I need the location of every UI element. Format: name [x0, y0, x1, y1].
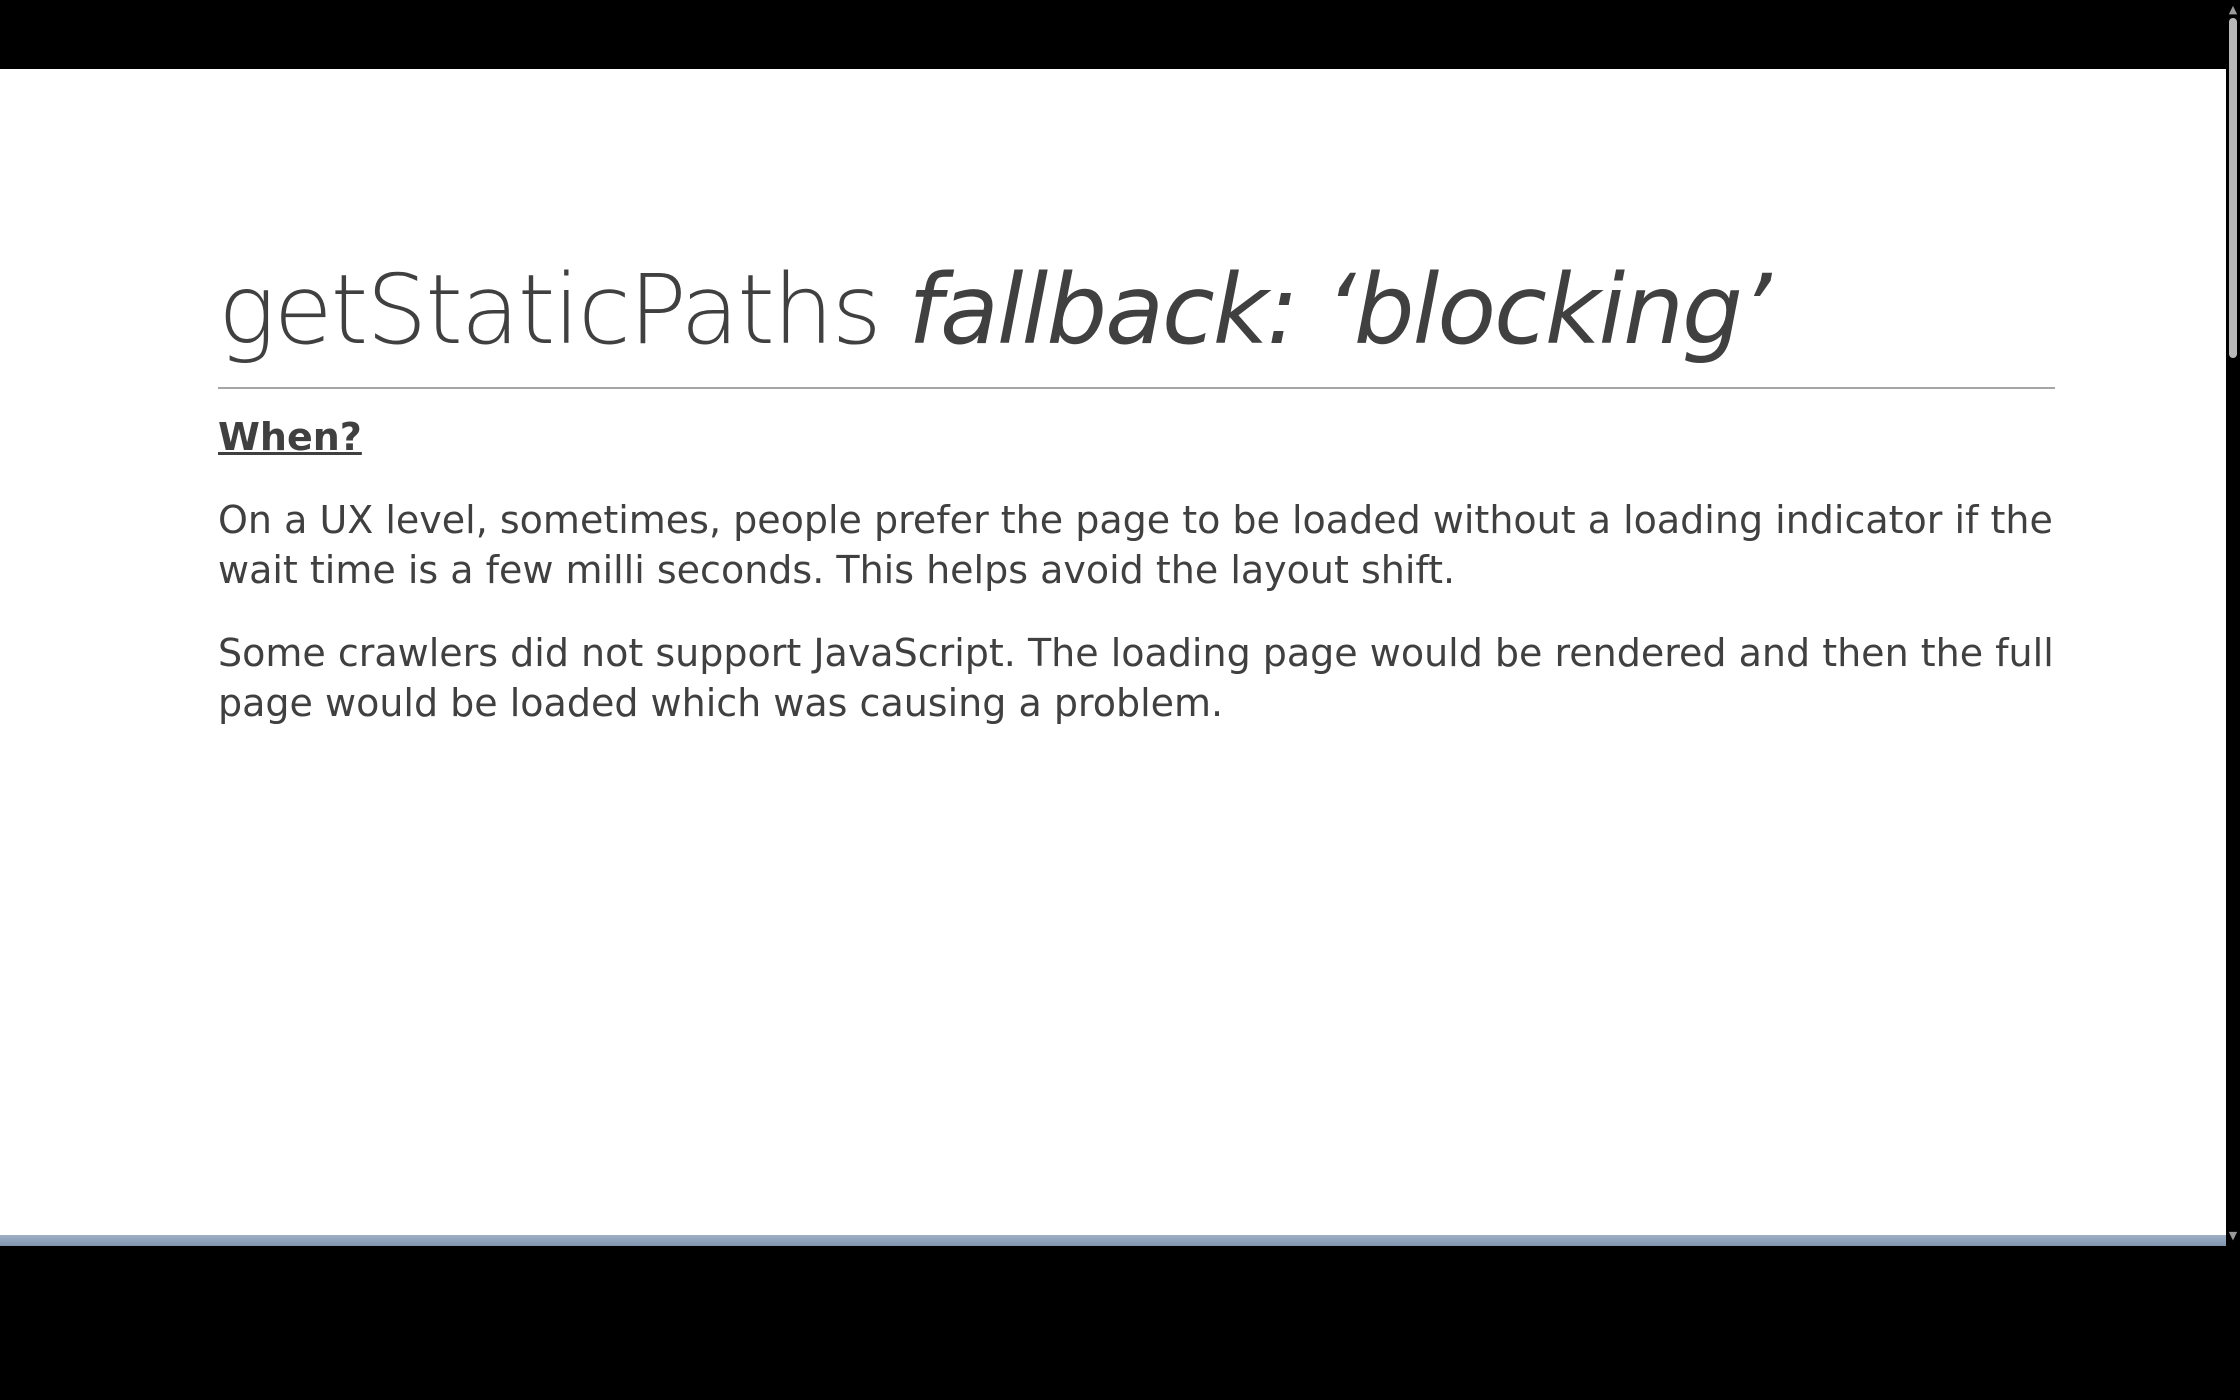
scroll-down-arrow-icon[interactable]: ▼ — [2227, 1230, 2239, 1242]
title-divider — [218, 387, 2055, 389]
scrollbar-thumb[interactable] — [2229, 18, 2237, 358]
scroll-up-arrow-icon[interactable]: ▲ — [2227, 4, 2239, 16]
slide-title: getStaticPaths fallback: ‘blocking’ — [218, 250, 1771, 370]
slide-bottom-edge — [0, 1235, 2240, 1246]
paragraph-ux: On a UX level, sometimes, people prefer … — [218, 498, 2053, 592]
slide-title-italic: fallback: ‘blocking’ — [908, 254, 1771, 366]
section-heading: When? — [218, 415, 362, 459]
top-black-bar — [0, 0, 2240, 69]
bottom-black-bar — [0, 1246, 2240, 1400]
paragraph-crawlers: Some crawlers did not support JavaScript… — [218, 631, 2054, 725]
slide-body: When? On a UX level, sometimes, people p… — [218, 412, 2058, 761]
slide-title-regular: getStaticPaths — [218, 254, 882, 366]
